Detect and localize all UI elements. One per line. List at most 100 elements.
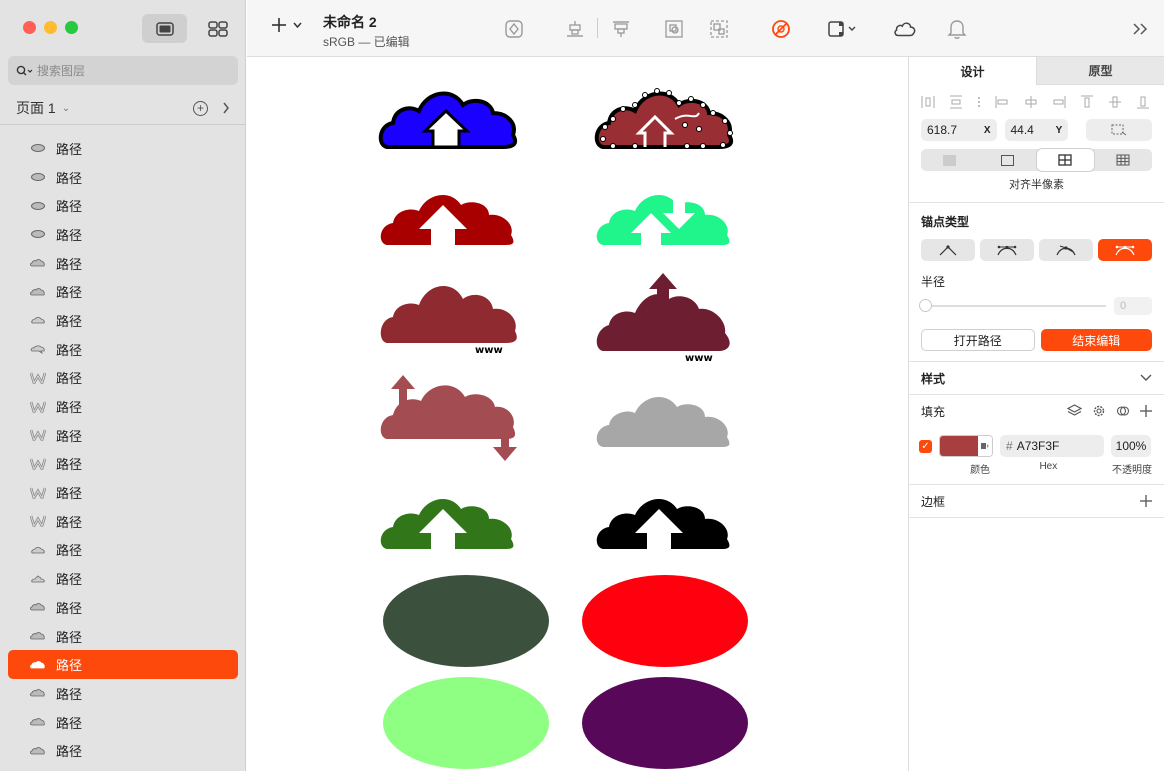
notifications-button[interactable] [945, 17, 969, 41]
cloud-button[interactable] [893, 17, 917, 41]
layer-row[interactable]: 路径 [8, 306, 238, 335]
cloud-www-upload-shape[interactable]: www [596, 273, 730, 364]
radius-slider[interactable] [919, 299, 1106, 312]
ellipse-shape[interactable] [383, 575, 549, 667]
slider-knob[interactable] [919, 299, 932, 312]
y-field[interactable]: 44.4 Y [1004, 119, 1069, 141]
align-top-icon[interactable] [1080, 95, 1094, 109]
gear-icon[interactable] [1092, 404, 1106, 418]
layer-row[interactable]: 路径 [8, 220, 238, 249]
cloud-arrows-shape[interactable] [380, 375, 517, 461]
add-fill-icon[interactable] [1140, 405, 1152, 417]
ungroup-button[interactable] [707, 17, 731, 41]
anchor-mirrored-button[interactable] [980, 239, 1034, 261]
layer-row[interactable]: 路径 [8, 622, 238, 651]
tab-design[interactable]: 设计 [909, 57, 1036, 85]
layer-row[interactable]: 路径 [8, 507, 238, 536]
close-window-button[interactable] [23, 21, 36, 34]
layer-row[interactable]: 路径 [8, 679, 238, 708]
pixel-align-caption: 对齐半像素 [1009, 179, 1064, 191]
cloud-upload-shape[interactable] [380, 194, 514, 245]
anchor-type-buttons [909, 230, 1164, 261]
anchor-asymmetric-button[interactable] [1098, 239, 1152, 261]
align-center-h-icon[interactable] [1024, 95, 1038, 109]
x-field[interactable]: 618.7 X [921, 119, 997, 141]
document-title: 未命名 2 sRGB — 已编辑 [323, 12, 410, 50]
align-bottom-icon[interactable] [1136, 95, 1150, 109]
hex-field[interactable]: # A73F3F [1000, 435, 1104, 457]
layer-row[interactable]: 路径 [8, 163, 238, 192]
ellipse-shape[interactable] [383, 677, 549, 769]
layer-row[interactable]: 路径 [8, 134, 238, 163]
zoom-window-button[interactable] [65, 21, 78, 34]
layer-row[interactable]: 路径 [8, 277, 238, 306]
ellipse-shape[interactable] [582, 677, 748, 769]
style-header[interactable]: 样式 [909, 362, 1164, 394]
add-menu-button[interactable] [271, 17, 302, 33]
ellipse-shape[interactable] [582, 575, 748, 667]
no-fill-button[interactable] [769, 17, 793, 41]
cloud-upload-shape[interactable] [380, 498, 514, 549]
more-vertical-icon[interactable] [977, 95, 981, 109]
add-page-icon[interactable]: + [193, 100, 208, 116]
align-right-icon[interactable] [1052, 95, 1066, 109]
add-border-icon[interactable] [1140, 495, 1152, 507]
document-status: sRGB — 已编辑 [323, 35, 410, 49]
frame-menu-button[interactable] [822, 17, 862, 41]
blend-mode-icon[interactable] [1116, 404, 1130, 418]
minimize-window-button[interactable] [44, 21, 57, 34]
layer-row[interactable]: 路径 [8, 450, 238, 479]
page-selector[interactable]: 页面 1 ⌄ + [0, 95, 246, 121]
transform-button[interactable] [1086, 119, 1153, 141]
pixel-mode-none[interactable] [921, 149, 979, 171]
layer-row[interactable]: 路径 [8, 593, 238, 622]
layer-row[interactable]: 路径 [8, 191, 238, 220]
design-canvas[interactable]: www www [247, 57, 908, 771]
end-edit-button[interactable]: 结束编辑 [1040, 329, 1152, 351]
symbol-button[interactable] [502, 17, 526, 41]
cloud-www-shape[interactable]: www [380, 286, 517, 356]
grid-view-button[interactable] [195, 14, 240, 43]
align-bottom-button[interactable] [563, 17, 587, 41]
chevron-right-icon[interactable] [222, 102, 230, 114]
layer-row[interactable]: 路径 [8, 364, 238, 393]
fill-color-well[interactable] [939, 435, 993, 457]
pixel-mode-full[interactable] [979, 149, 1037, 171]
anchor-disconnected-button[interactable] [1039, 239, 1093, 261]
align-middle-icon[interactable] [1108, 95, 1122, 109]
single-view-button[interactable] [142, 14, 187, 43]
fill-enabled-checkbox[interactable]: ✓ [919, 439, 932, 453]
cloud-sync-shape[interactable] [596, 194, 730, 245]
expand-button[interactable] [1129, 17, 1153, 41]
layer-row[interactable]: 路径 [8, 736, 238, 765]
cloud-dotted-shape[interactable] [594, 88, 734, 149]
layers-icon[interactable] [1067, 404, 1082, 418]
opacity-field[interactable]: 100% [1111, 435, 1151, 457]
layer-row[interactable]: 路径 [8, 478, 238, 507]
cloud-plain-shape[interactable] [596, 396, 730, 447]
layer-row[interactable]: 路径 [8, 421, 238, 450]
layer-row[interactable]: 路径 [8, 392, 238, 421]
pixel-mode-grid[interactable] [1094, 149, 1152, 171]
align-left-icon[interactable] [995, 95, 1009, 109]
bell-icon [947, 20, 967, 39]
pixel-mode-half[interactable] [1036, 149, 1095, 171]
layer-row[interactable]: 路径 [8, 335, 238, 364]
layer-row[interactable]: 路径 [8, 708, 238, 737]
cloud-upload-shape[interactable] [378, 91, 518, 149]
distribute-vertical-icon[interactable] [949, 95, 963, 109]
open-path-button[interactable]: 打开路径 [921, 329, 1035, 351]
layer-row[interactable]: 路径 [8, 249, 238, 278]
cloud-upload-shape[interactable] [596, 498, 730, 549]
layer-row[interactable]: 路径 [8, 650, 238, 680]
group-button[interactable] [662, 17, 686, 41]
layer-row[interactable]: 路径 [8, 536, 238, 565]
cloud-flat-icon [30, 545, 46, 555]
anchor-straight-button[interactable] [921, 239, 975, 261]
tab-prototype[interactable]: 原型 [1036, 57, 1164, 85]
align-top-button[interactable] [609, 17, 633, 41]
layer-row[interactable]: 路径 [8, 564, 238, 593]
layer-search-field[interactable]: 搜索图层 [8, 56, 238, 85]
radius-input[interactable]: 0 [1114, 297, 1152, 315]
distribute-horizontal-icon[interactable] [921, 95, 935, 109]
